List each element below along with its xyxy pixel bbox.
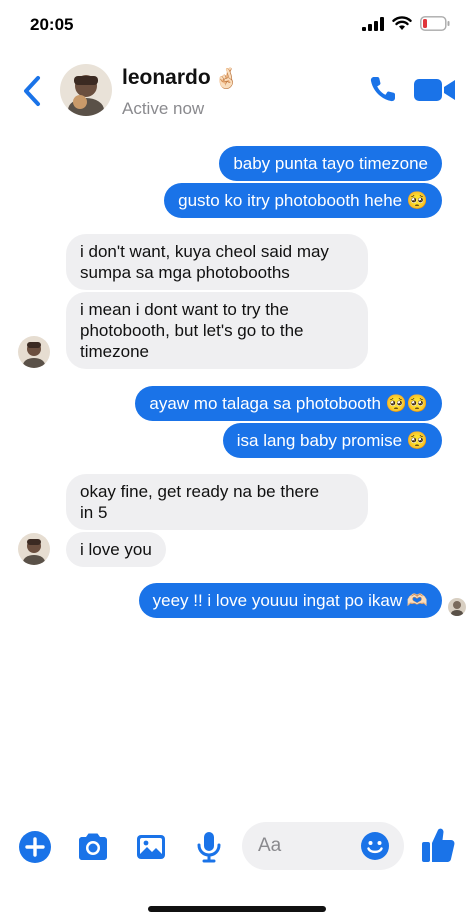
incoming-message[interactable]: i don't want, kuya cheol said may sumpa …	[66, 234, 368, 290]
message-line: sumpa sa mga photobooths	[80, 263, 290, 282]
active-status: Active now	[122, 99, 205, 118]
incoming-message[interactable]: okay fine, get ready na be there in 5	[66, 474, 368, 530]
sender-avatar[interactable]	[18, 336, 50, 368]
sender-avatar[interactable]	[18, 533, 50, 565]
status-bar: 20:05	[0, 0, 474, 52]
message-line: i mean i dont want to try the	[80, 300, 289, 319]
status-time: 20:05	[30, 15, 74, 34]
back-chevron-icon[interactable]	[18, 72, 46, 110]
message-line: timezone	[80, 342, 149, 361]
thumbs-up-like-icon[interactable]	[420, 826, 456, 864]
status-icons	[362, 16, 450, 31]
input-placeholder: Aa	[258, 835, 282, 856]
cellular-signal-icon	[362, 16, 384, 31]
video-call-icon[interactable]	[414, 76, 456, 104]
contact-avatar[interactable]	[60, 64, 112, 116]
conversation-header: leonardo 🤞🏻 Active now	[0, 52, 474, 132]
read-receipt-avatar	[448, 598, 466, 616]
message-line: photobooth, but let's go to the	[80, 321, 304, 340]
photo-gallery-icon[interactable]	[134, 830, 168, 864]
incoming-message[interactable]: i mean i dont want to try the photobooth…	[66, 292, 368, 369]
wifi-icon	[392, 16, 412, 30]
incoming-message[interactable]: i love you	[66, 532, 166, 567]
message-input[interactable]: Aa	[242, 822, 404, 870]
outgoing-message[interactable]: gusto ko itry photobooth hehe 🥺	[164, 183, 442, 218]
message-line: in 5	[80, 503, 108, 522]
name-emoji: 🤞🏻	[214, 68, 239, 90]
message-composer: Aa	[0, 818, 474, 878]
outgoing-message[interactable]: yeey !! i love youuu ingat po ikaw 🫶🏻	[138, 583, 442, 618]
home-indicator	[148, 906, 326, 912]
outgoing-message[interactable]: isa lang baby promise 🥺	[222, 423, 442, 458]
outgoing-message[interactable]: ayaw mo talaga sa photobooth 🥺🥺	[135, 386, 442, 421]
contact-name[interactable]: leonardo	[122, 66, 211, 90]
battery-low-icon	[420, 16, 450, 31]
emoji-smiley-icon[interactable]	[360, 831, 390, 861]
message-line: okay fine, get ready na be there	[80, 482, 320, 501]
microphone-icon[interactable]	[192, 830, 226, 864]
phone-call-icon[interactable]	[368, 74, 398, 104]
add-plus-icon[interactable]	[18, 830, 52, 864]
message-line: i don't want, kuya cheol said may	[80, 242, 329, 261]
camera-icon[interactable]	[76, 830, 110, 864]
outgoing-message[interactable]: baby punta tayo timezone	[219, 146, 442, 181]
